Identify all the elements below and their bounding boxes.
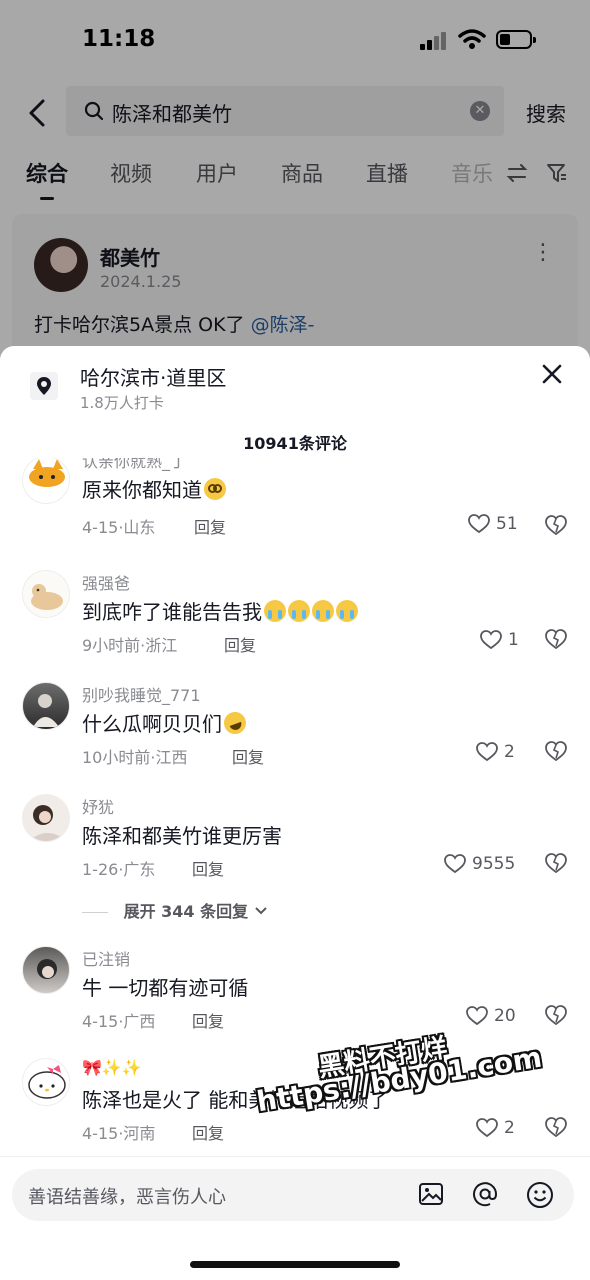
like-count: 20 [494, 1006, 516, 1026]
crying-emoji-icon [264, 600, 286, 622]
location-checkins: 1.8万人打卡 [80, 394, 164, 412]
comment-item[interactable]: 已注销 牛 一切都有迹可循 4-15·广西 回复 20 [0, 946, 590, 1046]
flushed-emoji-icon [204, 478, 226, 500]
comment-item[interactable]: 妤犹 陈泽和都美竹谁更厉害 1-26·广东 回复 9555 [0, 794, 590, 894]
comment-text: 什么瓜啊贝贝们 [82, 708, 250, 738]
dislike-heart-icon[interactable] [544, 514, 568, 536]
heart-icon [444, 854, 466, 874]
like-count: 1 [508, 630, 519, 650]
dislike-heart-icon[interactable] [544, 1004, 568, 1026]
comment-text: 陈泽和都美竹谁更厉害 [82, 824, 282, 848]
image-icon[interactable] [418, 1181, 444, 1207]
comment-meta: 4-15·广西 [82, 1012, 156, 1031]
comment-input[interactable]: 善语结善缘，恶言伤人心 [12, 1169, 574, 1221]
heart-icon [468, 514, 490, 534]
reply-button[interactable]: 回复 [192, 856, 224, 880]
dislike-heart-icon[interactable] [544, 852, 568, 874]
commenter-avatar[interactable] [22, 458, 70, 504]
commenter-avatar[interactable] [22, 570, 70, 618]
heart-icon [480, 630, 502, 650]
reply-button[interactable]: 回复 [232, 744, 264, 768]
comment-input-bar: 善语结善缘，恶言伤人心 [0, 1156, 590, 1280]
reply-button[interactable]: 回复 [194, 514, 226, 538]
crying-emoji-icon [312, 600, 334, 622]
like-count: 51 [496, 514, 518, 534]
comment-meta: 4-15·河南 [82, 1124, 156, 1143]
comment-count: 10941条评论 [243, 434, 347, 453]
commenter-avatar[interactable] [22, 1058, 70, 1106]
crying-emoji-icon [336, 600, 358, 622]
comment-text: 牛 一切都有迹可循 [82, 976, 249, 1000]
commenter-name[interactable]: 强强爸 [82, 570, 130, 594]
comment-meta: 4-15·山东 [82, 518, 156, 537]
at-icon[interactable] [472, 1181, 498, 1207]
heart-icon [476, 742, 498, 762]
comment-text: 到底咋了谁能告告我 [82, 596, 358, 625]
like-count: 9555 [472, 854, 516, 874]
comment-input-placeholder: 善语结善缘，恶言伤人心 [28, 1187, 226, 1208]
reply-button[interactable]: 回复 [224, 632, 256, 656]
heart-icon [466, 1006, 488, 1026]
expand-replies-button[interactable]: 展开 344 条回复 [82, 898, 268, 922]
comment-text: 原来你都知道 [82, 474, 226, 503]
heart-icon [476, 1118, 498, 1138]
commenter-name[interactable]: 别吵我睡觉_771 [82, 682, 201, 706]
comment-body: 到底咋了谁能告告我 [82, 600, 262, 624]
commenter-avatar[interactable] [22, 682, 70, 730]
dislike-heart-icon[interactable] [544, 1116, 568, 1138]
comment-meta: 10小时前·江西 [82, 748, 188, 767]
dislike-heart-icon[interactable] [544, 628, 568, 650]
commenter-name[interactable]: 已注销 [82, 946, 130, 970]
comment-sheet: 哈尔滨市·道里区 1.8万人打卡 10941条评论 认亲你就熟_丁 原来你都知道… [0, 346, 590, 1280]
comment-body: 原来你都知道 [82, 478, 202, 502]
expand-replies-label: 展开 344 条回复 [123, 902, 249, 921]
reply-button[interactable]: 回复 [192, 1008, 224, 1032]
comment-item[interactable]: 认亲你就熟_丁 原来你都知道 4-15·山东 回复 51 [0, 458, 590, 556]
location-pin-icon [30, 372, 58, 400]
commenter-name[interactable]: 🎀✨✨ [82, 1058, 142, 1077]
like-count: 2 [504, 742, 515, 762]
location-header[interactable]: 哈尔滨市·道里区 1.8万人打卡 [0, 346, 590, 426]
commenter-name[interactable]: 认亲你就熟_丁 [82, 458, 186, 472]
emoji-icon[interactable] [526, 1181, 554, 1209]
commenter-name[interactable]: 妤犹 [82, 794, 114, 818]
commenter-avatar[interactable] [22, 946, 70, 994]
rofl-emoji-icon [220, 708, 250, 738]
commenter-avatar[interactable] [22, 794, 70, 842]
reply-button[interactable]: 回复 [192, 1120, 224, 1144]
comment-meta: 9小时前·浙江 [82, 636, 178, 655]
dislike-heart-icon[interactable] [544, 740, 568, 762]
close-icon[interactable] [540, 362, 564, 386]
comment-item[interactable]: 别吵我睡觉_771 什么瓜啊贝贝们 10小时前·江西 回复 2 [0, 682, 590, 782]
location-name[interactable]: 哈尔滨市·道里区 [80, 362, 226, 391]
comment-body: 什么瓜啊贝贝们 [82, 712, 222, 736]
comment-meta: 1-26·广东 [82, 860, 156, 879]
crying-emoji-icon [288, 600, 310, 622]
like-count: 2 [504, 1118, 515, 1138]
chevron-down-icon [254, 907, 267, 915]
comment-item[interactable]: 强强爸 到底咋了谁能告告我 9小时前·浙江 回复 1 [0, 570, 590, 670]
home-indicator [190, 1261, 400, 1268]
